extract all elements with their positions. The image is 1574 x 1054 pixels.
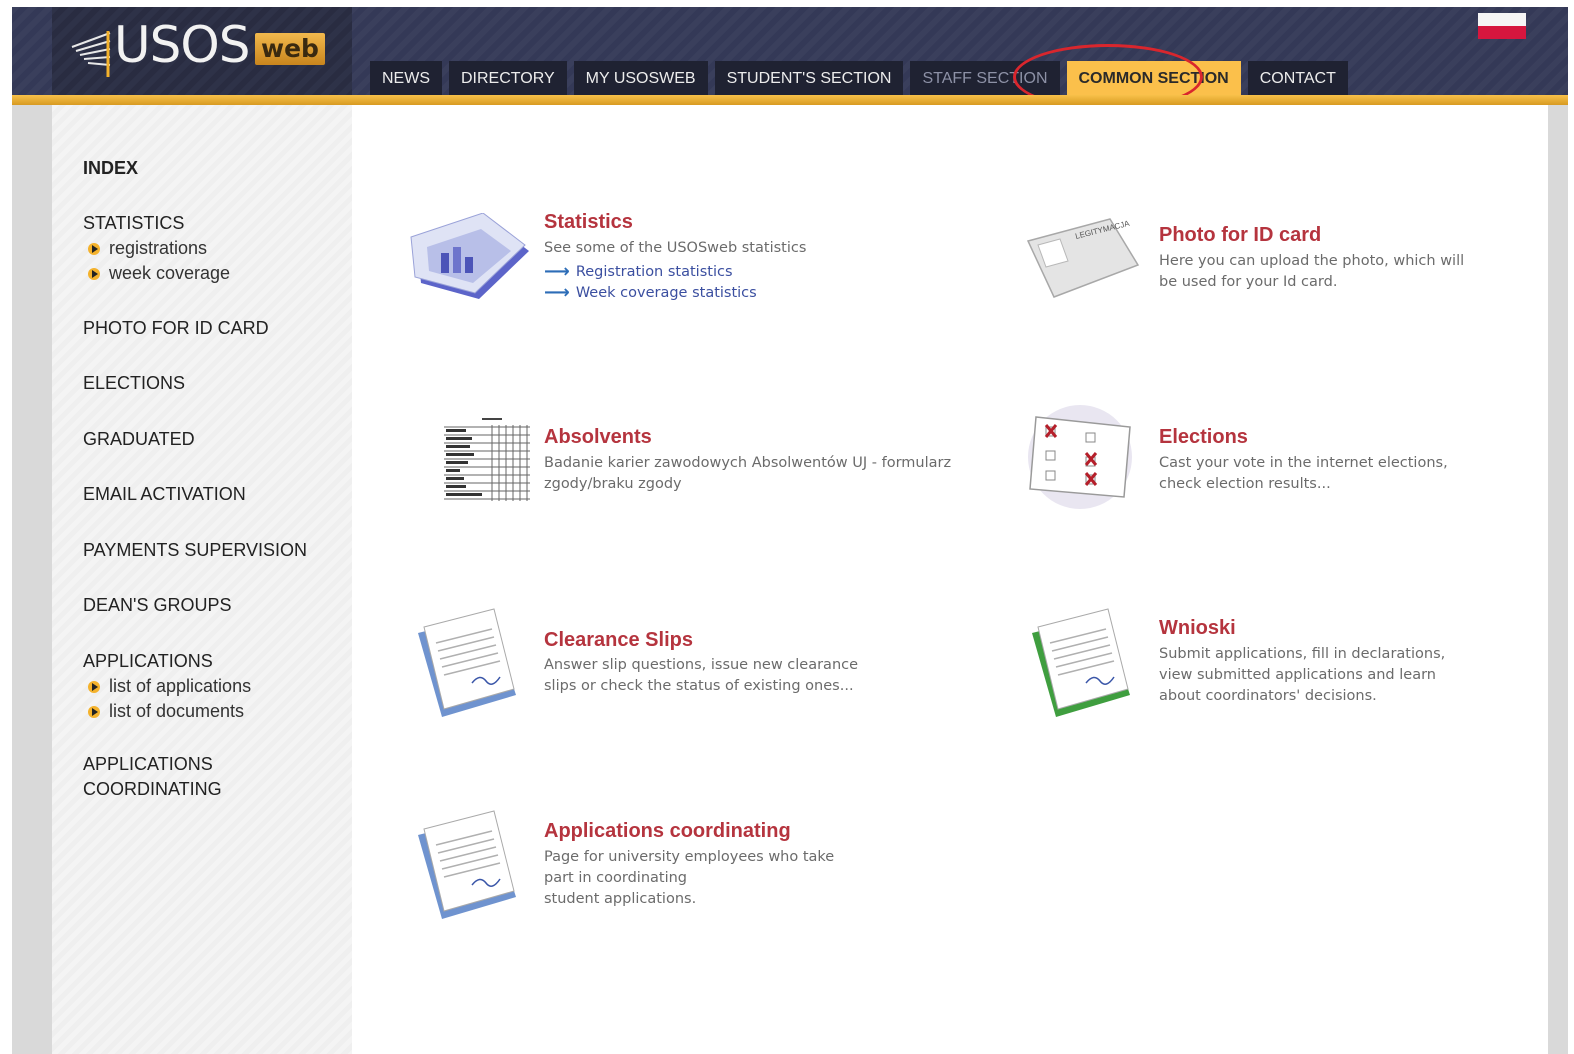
arrow-right-icon: ⟶ [544,282,570,303]
sidebar: INDEX STATISTICS registrations week cove… [52,105,352,1054]
sidebar-subitem-week-coverage[interactable]: week coverage [88,261,230,286]
clearance-slips-desc: Answer slip questions, issue new clearan… [544,657,859,694]
logo-suffix: web [255,33,325,65]
sidebar-item-deans-groups[interactable]: DEAN'S GROUPS [83,593,231,618]
tab-news[interactable]: NEWS [370,61,442,95]
sidebar-subitem-registrations[interactable]: registrations [88,236,230,261]
statistics-title[interactable]: Statistics [544,211,633,234]
header: USOS web NEWS DIRECTORY MY USOSWEB STUDE… [12,7,1568,95]
applications-coordinating-title[interactable]: Applications coordinating [544,820,791,843]
sidebar-item-index[interactable]: INDEX [83,156,138,181]
main-content: Statistics See some of the USOSweb stati… [352,105,1548,1054]
bullet-arrow-icon [88,680,100,693]
sidebar-item-applications[interactable]: APPLICATIONS [83,649,251,674]
bullet-arrow-icon [88,242,100,255]
elections-desc: Cast your vote in the internet elections… [1159,455,1448,492]
clearance-slips-title[interactable]: Clearance Slips [544,629,693,652]
photo-id-title[interactable]: Photo for ID card [1159,224,1321,247]
sidebar-subitem-list-of-applications[interactable]: list of applications [88,674,251,699]
sidebar-item-applications-coordinating[interactable]: APPLICATIONS COORDINATING [83,752,222,802]
sidebar-item-elections[interactable]: ELECTIONS [83,371,185,396]
week-coverage-statistics-link[interactable]: ⟶ Week coverage statistics [544,282,757,303]
applications-coordinating-desc: Page for university employees who take p… [544,849,835,907]
arrow-right-icon: ⟶ [544,261,570,282]
main-nav: NEWS DIRECTORY MY USOSWEB STUDENT'S SECT… [370,59,1355,95]
absolvents-title[interactable]: Absolvents [544,426,652,449]
wnioski-title[interactable]: Wnioski [1159,617,1236,640]
tab-contact[interactable]: CONTACT [1247,61,1348,95]
sidebar-item-photo-id[interactable]: PHOTO FOR ID CARD [83,316,269,341]
wnioski-document-icon[interactable] [1026,607,1136,719]
registration-statistics-link[interactable]: ⟶ Registration statistics [544,261,733,282]
flag-pl-icon[interactable] [1478,13,1526,39]
absolvents-desc: Badanie karier zawodowych Absolwentów UJ… [544,455,952,492]
sidebar-item-email-activation[interactable]: EMAIL ACTIVATION [83,482,246,507]
statistics-chart-icon[interactable] [407,213,532,303]
sidebar-item-payments[interactable]: PAYMENTS SUPERVISION [83,538,307,563]
bullet-arrow-icon [88,705,100,718]
sidebar-item-statistics[interactable]: STATISTICS [83,211,230,236]
clearance-document-icon[interactable] [412,607,522,719]
id-card-icon[interactable]: LEGITYMACJA [1024,217,1142,301]
elections-title[interactable]: Elections [1159,426,1248,449]
ballot-icon[interactable] [1020,401,1142,513]
tab-my-usosweb[interactable]: MY USOSWEB [573,61,708,95]
tab-directory[interactable]: DIRECTORY [449,61,567,95]
coordinating-document-icon[interactable] [412,809,522,921]
photo-id-desc: Here you can upload the photo, which wil… [1159,253,1465,290]
sidebar-item-graduated[interactable]: GRADUATED [83,427,195,452]
header-divider [12,95,1568,105]
sidebar-subitem-list-of-documents[interactable]: list of documents [88,699,251,724]
bullet-arrow-icon [88,267,100,280]
logo-text: USOS [114,16,250,74]
usosweb-logo[interactable]: USOS web [52,7,352,95]
wnioski-desc: Submit applications, fill in declaration… [1159,646,1446,704]
logo-lines-icon [71,31,111,77]
tab-students-section[interactable]: STUDENT'S SECTION [714,61,904,95]
statistics-desc: See some of the USOSweb statistics [544,240,807,256]
absolvents-table-icon[interactable] [442,415,532,505]
